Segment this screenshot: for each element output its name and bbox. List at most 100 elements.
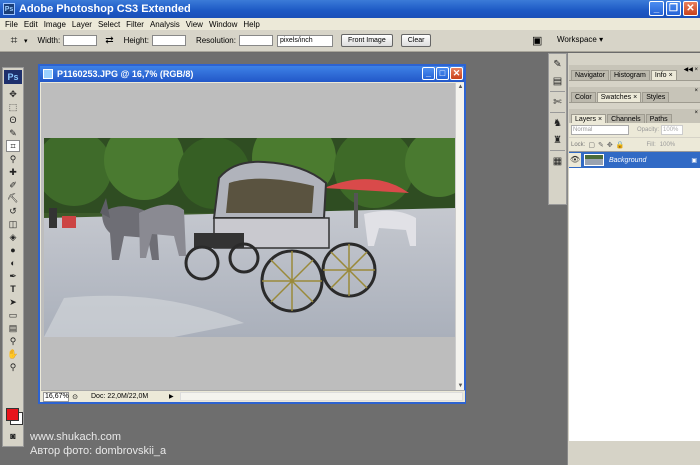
menu-analysis[interactable]: Analysis <box>147 20 183 29</box>
eyedropper-icon[interactable]: ⚲ <box>6 153 20 165</box>
scroll-up-icon[interactable]: ▲ <box>456 83 465 92</box>
layer-comps-icon[interactable]: ▦ <box>551 154 565 168</box>
minimize-button[interactable]: _ <box>649 1 664 16</box>
zoom-field[interactable]: 16,67% <box>43 391 69 402</box>
width-label: Width: <box>37 36 61 45</box>
quick-mask-icon[interactable]: ◙ <box>6 430 20 442</box>
menu-view[interactable]: View <box>183 20 206 29</box>
eye-icon[interactable]: 👁 <box>569 153 581 167</box>
shape-icon[interactable]: ▭ <box>6 309 20 321</box>
tab-histogram[interactable]: Histogram <box>609 70 650 80</box>
toolbox: Ps ✥ ⬚ ʘ ✎ ⌗ ⚲ ✚ ✐ ⛏ ↺ ◫ ◈ ● ◐ ✒ T ➤ ▭ ▤… <box>2 67 24 447</box>
doc-minimize-button[interactable]: _ <box>422 67 435 80</box>
tool-presets-icon[interactable]: ▤ <box>551 74 565 88</box>
panel-menu-icon[interactable]: ◀◀ × <box>684 66 698 73</box>
tab-info[interactable]: Info × <box>650 70 677 80</box>
doc-maximize-button[interactable]: □ <box>436 67 449 80</box>
panel-menu-icon[interactable]: × <box>694 110 698 116</box>
quick-select-icon[interactable]: ✎ <box>6 127 20 139</box>
workspace-menu[interactable]: Workspace ▾ <box>557 35 603 44</box>
carriage-photo <box>44 138 455 337</box>
close-icon[interactable]: × <box>598 116 602 123</box>
app-titlebar: Ps Adobe Photoshop CS3 Extended _ ❐ ✕ <box>0 0 700 18</box>
bridge-icon[interactable]: ▣ <box>532 34 548 48</box>
eyedropper2-icon[interactable]: ⚲ <box>6 335 20 347</box>
lock-image-icon[interactable]: ✎ <box>598 141 604 149</box>
layers-list <box>569 151 700 441</box>
close-button[interactable]: ✕ <box>683 1 698 16</box>
lock-position-icon[interactable]: ✥ <box>607 141 613 149</box>
document-title: P1160253.JPG @ 16,7% (RGB/8) <box>57 69 194 79</box>
panel-dock: ✎ ▤ ✄ ♞ ♜ ▦ <box>548 53 567 205</box>
move-icon[interactable]: ✥ <box>6 88 20 100</box>
history-panel-icon[interactable]: ✄ <box>551 95 565 109</box>
eraser-icon[interactable]: ◫ <box>6 218 20 230</box>
close-icon[interactable]: × <box>633 94 637 101</box>
tab-navigator[interactable]: Navigator <box>571 70 609 80</box>
tab-styles[interactable]: Styles <box>642 92 670 102</box>
path-select-icon[interactable]: ➤ <box>6 296 20 308</box>
clear-button[interactable]: Clear <box>400 34 432 47</box>
lasso-icon[interactable]: ʘ <box>6 114 20 126</box>
stamp-icon[interactable]: ⛏ <box>6 192 20 204</box>
resolution-input[interactable] <box>238 35 273 46</box>
opacity-input[interactable]: 100% <box>661 125 684 135</box>
menu-layer[interactable]: Layer <box>69 20 95 29</box>
menu-select[interactable]: Select <box>95 20 123 29</box>
tab-color[interactable]: Color <box>571 92 596 102</box>
menu-image[interactable]: Image <box>41 20 69 29</box>
bucket-icon[interactable]: ◈ <box>6 231 20 243</box>
menu-filter[interactable]: Filter <box>123 20 147 29</box>
resolution-label: Resolution: <box>195 36 236 45</box>
brushes-panel-icon[interactable]: ✎ <box>551 57 565 71</box>
crop-icon[interactable]: ⌗ <box>6 140 20 152</box>
crop-icon[interactable]: ⌗ <box>6 33 22 49</box>
front-image-button[interactable]: Front Image <box>340 34 393 47</box>
panel-menu-icon[interactable]: × <box>694 88 698 94</box>
width-input[interactable] <box>63 35 98 46</box>
app-title: Adobe Photoshop CS3 Extended <box>19 3 191 15</box>
vertical-scrollbar[interactable]: ▲ ▼ <box>455 83 464 391</box>
close-icon[interactable]: × <box>669 72 673 79</box>
status-options-icon[interactable]: ⊙ <box>69 393 81 401</box>
document-canvas[interactable] <box>41 83 455 391</box>
blend-mode-select[interactable]: Normal <box>571 125 629 135</box>
height-input[interactable] <box>151 35 186 46</box>
workspace-label: Workspace <box>557 35 597 44</box>
fill-input[interactable]: 100% <box>660 142 675 148</box>
tab-swatches[interactable]: Swatches × <box>596 92 642 102</box>
restore-button[interactable]: ❐ <box>666 1 681 16</box>
resolution-units-select[interactable]: pixels/inch <box>276 34 333 47</box>
menu-window[interactable]: Window <box>206 20 240 29</box>
dodge-icon[interactable]: ◐ <box>6 257 20 269</box>
hand-icon[interactable]: ✋ <box>6 348 20 360</box>
horizontal-scrollbar[interactable] <box>179 392 463 401</box>
lock-all-icon[interactable]: 🔒 <box>616 141 625 149</box>
document-window: P1160253.JPG @ 16,7% (RGB/8) _ □ ✕ ▲ ▼ 1… <box>38 64 466 404</box>
document-status-bar: 16,67% ⊙ Doc: 22,0M/22,0M ▶ <box>41 390 465 402</box>
pen-icon[interactable]: ✒ <box>6 270 20 282</box>
actions-panel-icon[interactable]: ♞ <box>551 116 565 130</box>
menu-help[interactable]: Help <box>240 20 262 29</box>
notes-icon[interactable]: ▤ <box>6 322 20 334</box>
menu-edit[interactable]: Edit <box>21 20 41 29</box>
marquee-icon[interactable]: ⬚ <box>6 101 20 113</box>
swap-dimensions-icon[interactable]: ⇄ <box>105 35 113 46</box>
lock-transparent-icon[interactable]: ▢ <box>588 141 595 149</box>
layers-lock-row: Lock: ▢ ✎ ✥ 🔒 Fill: 100% <box>569 138 700 151</box>
doc-close-button[interactable]: ✕ <box>450 67 463 80</box>
navigator-panel-group: Navigator Histogram Info × ◀◀ × <box>569 65 700 81</box>
layer-row[interactable]: 👁 Background ▣ <box>569 152 700 168</box>
clone-source-icon[interactable]: ♜ <box>551 133 565 147</box>
menu-file[interactable]: File <box>2 20 21 29</box>
status-menu-arrow-icon[interactable]: ▶ <box>169 393 174 400</box>
document-titlebar[interactable]: P1160253.JPG @ 16,7% (RGB/8) _ □ ✕ <box>40 66 464 82</box>
heal-icon[interactable]: ✚ <box>6 166 20 178</box>
foreground-color-swatch[interactable] <box>6 408 19 421</box>
tool-preset-dropdown[interactable]: ▾ <box>24 37 28 45</box>
blur-icon[interactable]: ● <box>6 244 20 256</box>
zoom-icon[interactable]: ⚲ <box>6 361 20 373</box>
type-icon[interactable]: T <box>6 283 20 295</box>
history-brush-icon[interactable]: ↺ <box>6 205 20 217</box>
brush-icon[interactable]: ✐ <box>6 179 20 191</box>
